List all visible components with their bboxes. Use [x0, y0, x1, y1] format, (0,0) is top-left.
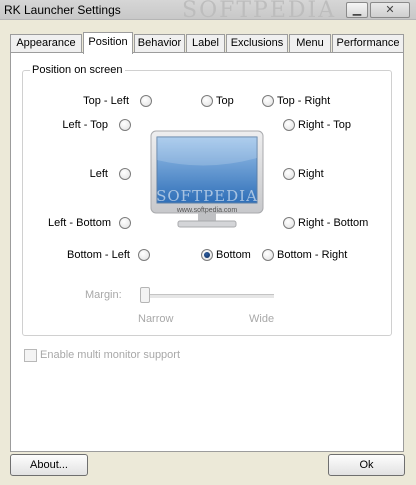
- radio-top[interactable]: [201, 95, 213, 107]
- label-top: Top: [216, 95, 234, 107]
- tab-label: Label: [192, 37, 219, 49]
- label-right: Right: [298, 168, 324, 180]
- radio-left[interactable]: [119, 168, 131, 180]
- margin-label: Margin:: [85, 289, 122, 301]
- radio-right-bottom[interactable]: [283, 217, 295, 229]
- tab-label: Appearance: [16, 37, 76, 49]
- radio-left-bottom[interactable]: [119, 217, 131, 229]
- margin-min-label: Narrow: [138, 313, 174, 325]
- close-button[interactable]: ✕: [370, 2, 410, 18]
- tab-label: Behavior: [137, 37, 182, 49]
- radio-left-top[interactable]: [119, 119, 131, 131]
- label-right-bottom: Right - Bottom: [298, 217, 369, 229]
- margin-slider-thumb[interactable]: [140, 287, 150, 303]
- minimize-button[interactable]: ▁: [346, 2, 368, 18]
- tab-position[interactable]: Position: [83, 32, 133, 54]
- margin-slider-track: [140, 294, 274, 298]
- close-icon: ✕: [385, 4, 395, 16]
- ok-button[interactable]: Ok: [328, 454, 405, 476]
- monitor-illustration: SOFTPEDIA www.softpedia.com: [150, 130, 264, 230]
- label-bottom-left: Bottom - Left: [67, 249, 130, 261]
- tab-performance[interactable]: Performance: [332, 34, 404, 53]
- radio-bottom-right[interactable]: [262, 249, 274, 261]
- tab-label: Exclusions: [230, 37, 284, 49]
- margin-max-label: Wide: [249, 313, 275, 325]
- label-left-bottom: Left - Bottom: [48, 217, 111, 229]
- group-title: Position on screen: [30, 64, 125, 76]
- title-bar: RK Launcher Settings SOFTPEDIA ▁ ✕: [0, 0, 416, 23]
- label-top-left: Top - Left: [83, 95, 129, 107]
- window-title: RK Launcher Settings: [4, 3, 121, 17]
- label-right-top: Right - Top: [298, 119, 351, 131]
- tab-label: Performance: [336, 37, 400, 49]
- label-bottom-right: Bottom - Right: [277, 249, 348, 261]
- title-watermark: SOFTPEDIA: [182, 0, 337, 23]
- tab-behavior[interactable]: Behavior: [134, 34, 185, 53]
- multi-monitor-label: Enable multi monitor support: [40, 349, 181, 361]
- tab-label: Menu: [296, 37, 324, 49]
- tab-menu[interactable]: Menu: [289, 34, 331, 53]
- radio-right[interactable]: [283, 168, 295, 180]
- tab-label-settings[interactable]: Label: [186, 34, 225, 53]
- radio-right-top[interactable]: [283, 119, 295, 131]
- monitor-watermark: SOFTPEDIA: [156, 187, 258, 205]
- radio-top-left[interactable]: [140, 95, 152, 107]
- tab-exclusions[interactable]: Exclusions: [226, 34, 288, 53]
- about-button-label: About...: [30, 459, 68, 471]
- label-top-right: Top - Right: [277, 95, 331, 107]
- multi-monitor-checkbox[interactable]: [24, 349, 37, 362]
- radio-bottom[interactable]: [201, 249, 213, 261]
- ok-button-label: Ok: [359, 459, 374, 471]
- tab-appearance[interactable]: Appearance: [10, 34, 82, 53]
- label-left: Left: [89, 168, 108, 180]
- tab-label: Position: [88, 36, 128, 48]
- minimize-icon: ▁: [352, 4, 362, 16]
- radio-bottom-left[interactable]: [138, 249, 150, 261]
- about-button[interactable]: About...: [10, 454, 88, 476]
- radio-top-right[interactable]: [262, 95, 274, 107]
- tab-strip: Appearance Position Behavior Label Exclu…: [10, 32, 404, 54]
- label-bottom: Bottom: [216, 249, 251, 261]
- monitor-caption: www.softpedia.com: [176, 207, 238, 214]
- label-left-top: Left - Top: [62, 119, 108, 131]
